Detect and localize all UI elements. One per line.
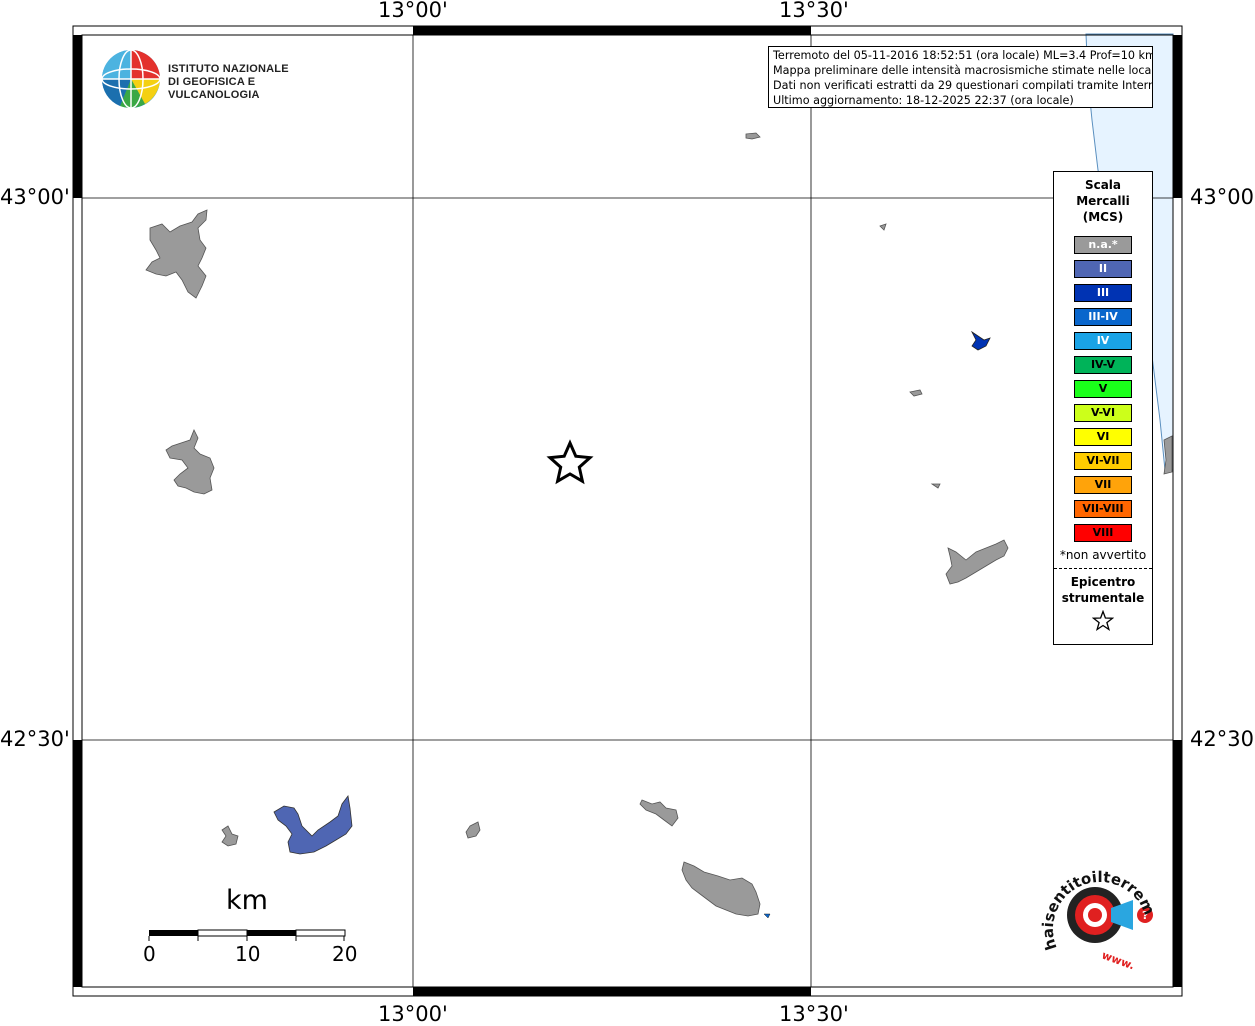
municipality-area-iiiiv	[763, 913, 771, 919]
legend-epicenter-symbol	[1054, 609, 1152, 636]
legend-title-line1: Scala	[1084, 178, 1122, 192]
legend-item: II	[1074, 260, 1132, 278]
municipality-area	[221, 825, 239, 847]
legend-title-line3: (MCS)	[1082, 210, 1124, 224]
event-info-line3: Dati non verificati estratti da 29 quest…	[773, 79, 1153, 92]
legend-item: IV	[1074, 332, 1132, 350]
epicenter-star-icon	[546, 439, 594, 485]
municipality-area	[879, 223, 887, 231]
legend-items: n.a.* II III III-IV IV IV-V V V-VI VI VI-VII VII VI…	[1054, 236, 1152, 542]
frame-right-seg-1	[1173, 35, 1182, 198]
legend-title: Scala Mercalli (MCS)	[1054, 177, 1152, 225]
frame-bottom-seg	[413, 987, 811, 996]
municipality-area	[909, 389, 923, 397]
hsti-www: www.	[1100, 949, 1136, 973]
legend-note: *non avvertito	[1059, 548, 1147, 562]
municipality-area	[465, 821, 481, 839]
lon-label-top-1330: 13°30'	[779, 0, 849, 22]
municipality-area	[930, 483, 941, 489]
municipalities-na	[145, 132, 1173, 917]
municipality-area	[165, 429, 215, 495]
star-icon	[1091, 609, 1115, 632]
lat-label-left-4300: 43°00'	[0, 185, 70, 209]
event-info-box: Terremoto del 05-11-2016 18:52:51 (ora l…	[768, 46, 1153, 108]
legend-item: VI	[1074, 428, 1132, 446]
lon-label-bottom-1300: 13°00'	[378, 1002, 448, 1026]
legend-item: VII	[1074, 476, 1132, 494]
haisentitoilterremoto-logo-icon: ? haisentitoilterremoto.it www.	[1030, 846, 1159, 973]
legend-epicenter-line1: Epicentro	[1070, 575, 1136, 589]
legend-item: V	[1074, 380, 1132, 398]
lon-label-top-1300: 13°00'	[378, 0, 448, 22]
frame-left-seg-2	[73, 740, 82, 987]
municipality-area	[681, 861, 761, 917]
ingv-logo: ISTITUTO NAZIONALE DI GEOFISICA E VULCAN…	[100, 48, 330, 110]
scale-tick-10: 10	[235, 942, 261, 966]
lon-label-bottom-1330: 13°30'	[779, 1002, 849, 1026]
frame-inner	[81, 34, 1174, 988]
legend-item: IV-V	[1074, 356, 1132, 374]
mcs-legend: Scala Mercalli (MCS) n.a.* II III III-IV IV I…	[1053, 171, 1153, 645]
legend-item: VII-VIII	[1074, 500, 1132, 518]
lat-label-left-4230: 42°30'	[0, 727, 70, 751]
legend-epicenter-line2: strumentale	[1061, 591, 1145, 605]
scale-bar-labels: km 0 10 20	[140, 885, 370, 975]
legend-item: III	[1074, 284, 1132, 302]
frame-right-seg-2	[1173, 740, 1182, 987]
frame-outer	[72, 25, 1183, 997]
legend-title-line2: Mercalli	[1076, 194, 1130, 208]
legend-item: V-VI	[1074, 404, 1132, 422]
event-info-line1: Terremoto del 05-11-2016 18:52:51 (ora l…	[773, 49, 1153, 62]
event-info-line4: Ultimo aggiornamento: 18-12-2025 22:37 (…	[773, 94, 1074, 107]
event-info-line2: Mappa preliminare delle intensità macros…	[773, 64, 1153, 77]
municipality-area	[945, 539, 1009, 585]
municipality-area-ii	[273, 795, 353, 855]
legend-item: VIII	[1074, 524, 1132, 542]
legend-epicenter-label: Epicentro strumentale	[1054, 574, 1152, 606]
municipality-area-iii	[970, 330, 991, 351]
frame-top-seg	[413, 26, 811, 35]
lat-label-right-4300: 43°00'	[1190, 185, 1255, 209]
municipality-area	[1163, 435, 1173, 475]
legend-separator	[1054, 568, 1152, 569]
municipality-area	[639, 799, 679, 827]
legend-item: n.a.*	[1074, 236, 1132, 254]
globe-logo-icon	[101, 49, 161, 109]
scale-tick-20: 20	[332, 942, 358, 966]
lat-label-right-4230: 42°30'	[1190, 727, 1255, 751]
org-name-line1: ISTITUTO NAZIONALE	[168, 63, 289, 75]
org-name-line2: DI GEOFISICA E VULCANOLOGIA	[168, 76, 260, 101]
haisentitoilterremoto-logo: ? haisentitoilterremoto.it www.	[1030, 846, 1165, 990]
municipality-area	[745, 132, 761, 140]
municipality-area	[145, 209, 208, 299]
scale-tick-0: 0	[143, 942, 156, 966]
scale-unit: km	[226, 885, 268, 916]
legend-item: III-IV	[1074, 308, 1132, 326]
legend-item: VI-VII	[1074, 452, 1132, 470]
frame-left-seg-1	[73, 35, 82, 198]
